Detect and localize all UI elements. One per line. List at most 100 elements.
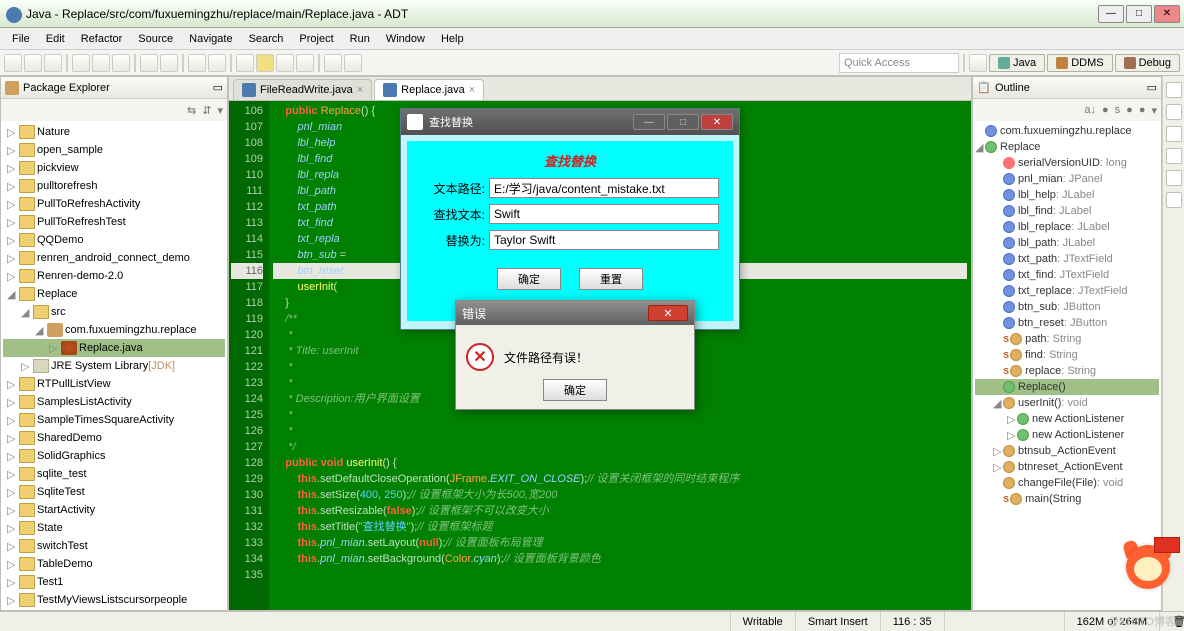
outline-item-lbl-path[interactable]: lbl_path : JLabel [975,235,1159,251]
outline-item-txt-path[interactable]: txt_path : JTextField [975,251,1159,267]
outline-item-btnsub-actionevent[interactable]: ▷btnsub_ActionEvent [975,443,1159,459]
tree-item-shareddemo[interactable]: ▷SharedDemo [3,429,225,447]
forward-icon[interactable] [344,54,362,72]
run-icon[interactable] [92,54,110,72]
outline-item-find[interactable]: sfind : String [975,347,1159,363]
replace-input[interactable] [489,230,719,250]
outline-item-path[interactable]: spath : String [975,331,1159,347]
tasks-icon[interactable] [1166,148,1182,164]
tree-item-sampleslistactivity[interactable]: ▷SamplesListActivity [3,393,225,411]
tree-item-sqlitetest[interactable]: ▷SqliteTest [3,483,225,501]
error-dialog-titlebar[interactable]: 错误 ✕ [456,301,694,325]
path-input[interactable] [489,178,719,198]
tree-item-renren-android-connect-demo[interactable]: ▷renren_android_connect_demo [3,249,225,267]
close-tab-icon[interactable]: × [357,84,363,96]
ok-button[interactable]: 确定 [497,268,561,290]
outline-item-new-actionlistener[interactable]: ▷new ActionListener [975,427,1159,443]
menu-refactor[interactable]: Refactor [73,31,131,47]
collapse-all-icon[interactable]: ⇆ [187,104,196,117]
menu-file[interactable]: File [4,31,38,47]
find-input[interactable] [489,204,719,224]
tree-item-open-sample[interactable]: ▷open_sample [3,141,225,159]
outline-item-com-fuxuemingzhu-replace[interactable]: com.fuxuemingzhu.replace [975,123,1159,139]
tree-item-renren-demo-2-0[interactable]: ▷Renren-demo-2.0 [3,267,225,285]
open-type-icon[interactable] [188,54,206,72]
search-icon[interactable] [208,54,226,72]
hide-static-icon[interactable]: s [1115,104,1121,116]
hide-fields-icon[interactable]: ● [1102,104,1109,116]
tree-item-replace-java[interactable]: ▷Replace.java [3,339,225,357]
save-all-icon[interactable] [44,54,62,72]
tree-item-sqlite-test[interactable]: ▷sqlite_test [3,465,225,483]
outline-item-main-string[interactable]: smain(String [975,491,1159,507]
outline-item-lbl-find[interactable]: lbl_find : JLabel [975,203,1159,219]
ant-icon[interactable] [1166,104,1182,120]
menu-source[interactable]: Source [130,31,181,47]
sort-icon[interactable]: a↓ [1084,104,1096,116]
new-icon[interactable] [4,54,22,72]
tree-item-pulltorefreshtest[interactable]: ▷PullToRefreshTest [3,213,225,231]
outline-item-lbl-replace[interactable]: lbl_replace : JLabel [975,219,1159,235]
tree-item-state[interactable]: ▷State [3,519,225,537]
outline-item-replace-[interactable]: Replace() [975,379,1159,395]
tree-item-pickview[interactable]: ▷pickview [3,159,225,177]
save-icon[interactable] [24,54,42,72]
menu-run[interactable]: Run [342,31,378,47]
view-menu-icon[interactable]: ▾ [217,104,223,117]
view-menu-icon[interactable]: ▾ [1151,104,1157,117]
tree-item-sampletimessquareactivity[interactable]: ▷SampleTimesSquareActivity [3,411,225,429]
outline-item-btnreset-actionevent[interactable]: ▷btnreset_ActionEvent [975,459,1159,475]
search-dialog-titlebar[interactable]: 查找替换 — □ ✕ [401,109,739,135]
perspective-java[interactable]: Java [989,54,1045,72]
menu-edit[interactable]: Edit [38,31,73,47]
hide-nonpublic-icon[interactable]: ● [1126,104,1133,116]
minimize-icon[interactable]: ▭ [213,81,223,94]
show-whitespace-icon[interactable] [296,54,314,72]
hide-local-icon[interactable]: ● [1139,104,1146,116]
minimize-icon[interactable]: ▭ [1147,81,1157,94]
outline-item-lbl-help[interactable]: lbl_help : JLabel [975,187,1159,203]
new-package-icon[interactable] [140,54,158,72]
editor-tab-replace[interactable]: Replace.java × [374,79,484,100]
close-tab-icon[interactable]: × [469,84,475,96]
link-editor-icon[interactable]: ⇵ [202,104,211,117]
perspective-ddms[interactable]: DDMS [1047,54,1112,72]
mark-occurrences-icon[interactable] [256,54,274,72]
outline-item-new-actionlistener[interactable]: ▷new ActionListener [975,411,1159,427]
tree-item-pulltorefreshactivity[interactable]: ▷PullToRefreshActivity [3,195,225,213]
tree-item-replace[interactable]: ◢Replace [3,285,225,303]
problems-icon[interactable] [1166,170,1182,186]
toggle-breadcrumb-icon[interactable] [236,54,254,72]
outline-tree[interactable]: com.fuxuemingzhu.replace◢ReplaceserialVe… [973,121,1161,610]
outline-item-txt-find[interactable]: txt_find : JTextField [975,267,1159,283]
outline-item-btn-sub[interactable]: btn_sub : JButton [975,299,1159,315]
tree-item-startactivity[interactable]: ▷StartActivity [3,501,225,519]
tree-item-rtpulllistview[interactable]: ▷RTPullListView [3,375,225,393]
outline-item-pnl-mian[interactable]: pnl_mian : JPanel [975,171,1159,187]
menu-navigate[interactable]: Navigate [181,31,240,47]
debug-icon[interactable] [72,54,90,72]
dialog-close-button[interactable]: ✕ [701,114,733,130]
block-selection-icon[interactable] [276,54,294,72]
back-icon[interactable] [324,54,342,72]
outline-item-replace[interactable]: ◢Replace [975,139,1159,155]
tree-item-solidgraphics[interactable]: ▷SolidGraphics [3,447,225,465]
package-tree[interactable]: ▷Nature▷open_sample▷pickview▷pulltorefre… [1,121,227,610]
close-button[interactable]: ✕ [1154,5,1180,23]
outline-item-txt-replace[interactable]: txt_replace : JTextField [975,283,1159,299]
outline-item-serialversionuid[interactable]: serialVersionUID : long [975,155,1159,171]
tree-item-qqdemo[interactable]: ▷QQDemo [3,231,225,249]
outline-item-replace[interactable]: sreplace : String [975,363,1159,379]
quick-access-input[interactable]: Quick Access [839,53,959,73]
declaration-icon[interactable] [1166,192,1182,208]
tree-item-test1[interactable]: ▷Test1 [3,573,225,591]
outline-item-changefile-file-[interactable]: changeFile(File) : void [975,475,1159,491]
outline-item-btn-reset[interactable]: btn_reset : JButton [975,315,1159,331]
tree-item-tabledemo[interactable]: ▷TableDemo [3,555,225,573]
tree-item-switchtest[interactable]: ▷switchTest [3,537,225,555]
tree-item-com-fuxuemingzhu-replace[interactable]: ◢com.fuxuemingzhu.replace [3,321,225,339]
tree-item-pulltorefresh[interactable]: ▷pulltorefresh [3,177,225,195]
dialog-maximize-button[interactable]: □ [667,114,699,130]
tree-item-jre-system-library[interactable]: ▷JRE System Library [JDK] [3,357,225,375]
bookmark-icon[interactable] [1166,126,1182,142]
